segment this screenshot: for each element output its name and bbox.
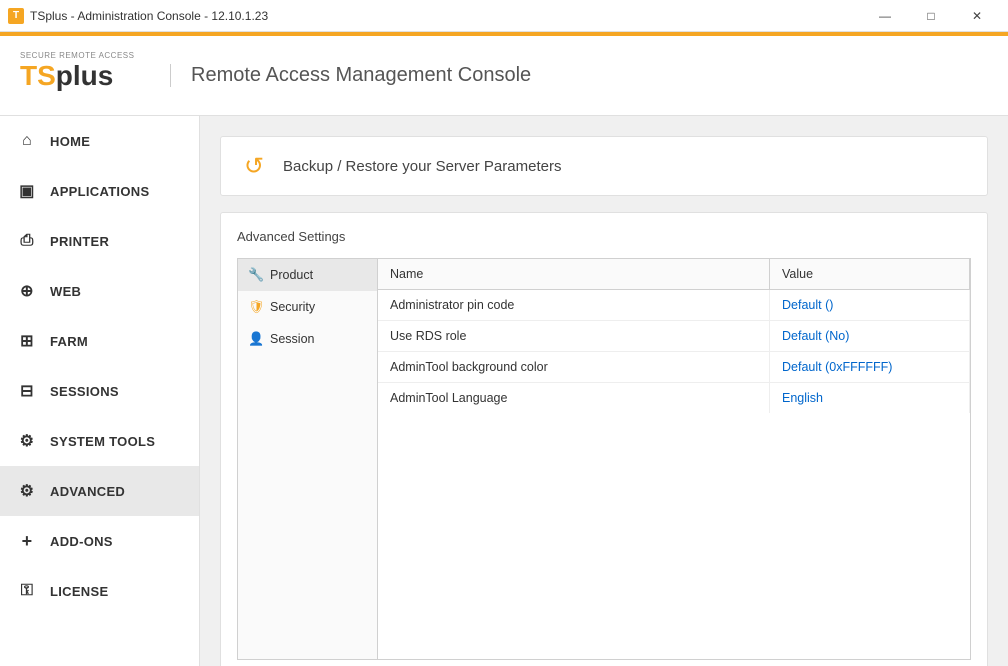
settings-nav-security-label: Security [270,300,315,314]
window-controls: — □ ✕ [862,0,1000,32]
sidebar-label-system-tools: SYSTEM TOOLS [50,434,155,449]
sidebar-item-home[interactable]: HOME [0,116,199,166]
settings-nav-session[interactable]: 👤 Session [238,323,377,355]
sidebar-item-farm[interactable]: FARM [0,316,199,366]
system-tools-icon [16,430,38,452]
titlebar: T TSplus - Administration Console - 12.1… [0,0,1008,32]
advanced-icon [16,480,38,502]
farm-icon [16,330,38,352]
sidebar-label-add-ons: ADD-ONS [50,534,113,549]
person-icon: 👤 [248,331,264,347]
col-header-name: Name [378,259,770,289]
logo-tagline: SECURE REMOTE ACCESS [20,51,140,60]
app-title: Remote Access Management Console [170,64,531,87]
sidebar-label-license: LICENSE [50,584,108,599]
close-button[interactable]: ✕ [954,0,1000,32]
settings-nav-security[interactable]: 🛡 Security [238,291,377,323]
sidebar-label-advanced: ADVANCED [50,484,125,499]
logo-area: SECURE REMOTE ACCESS TSplus [20,51,140,101]
sidebar-item-system-tools[interactable]: SYSTEM TOOLS [0,416,199,466]
settings-nav-product-label: Product [270,268,313,282]
titlebar-title: TSplus - Administration Console - 12.10.… [30,9,268,23]
row-3-value: English [770,383,970,413]
printer-icon [16,230,38,252]
sidebar-label-sessions: SESSIONS [50,384,119,399]
row-1-value: Default (No) [770,321,970,351]
logo: SECURE REMOTE ACCESS TSplus [20,51,140,101]
wrench-icon: 🔧 [248,267,264,283]
web-icon [16,280,38,302]
settings-panel: Advanced Settings 🔧 Product 🛡 Security 👤… [220,212,988,666]
titlebar-left: T TSplus - Administration Console - 12.1… [8,8,268,24]
sidebar-label-home: HOME [50,134,90,149]
table-row[interactable]: Administrator pin code Default () [378,290,970,321]
settings-nav-product[interactable]: 🔧 Product [238,259,377,291]
logo-ts: TS [20,62,56,90]
table-row[interactable]: AdminTool Language English [378,383,970,413]
table-row[interactable]: AdminTool background color Default (0xFF… [378,352,970,383]
sidebar-item-advanced[interactable]: ADVANCED [0,466,199,516]
sidebar-label-web: WEB [50,284,81,299]
sidebar-item-license[interactable]: LICENSE [0,566,199,616]
row-3-name: AdminTool Language [378,383,770,413]
sidebar-item-add-ons[interactable]: ADD-ONS [0,516,199,566]
minimize-button[interactable]: — [862,0,908,32]
settings-panel-title: Advanced Settings [237,229,971,244]
row-2-name: AdminTool background color [378,352,770,382]
sidebar-item-printer[interactable]: PRINTER [0,216,199,266]
sidebar-item-web[interactable]: WEB [0,266,199,316]
home-icon [16,130,38,152]
sessions-icon [16,380,38,402]
app-icon: T [8,8,24,24]
app-header: SECURE REMOTE ACCESS TSplus Remote Acces… [0,36,1008,116]
content-area: ↺ Backup / Restore your Server Parameter… [200,116,1008,666]
sidebar-label-applications: APPLICATIONS [50,184,149,199]
table-header: Name Value [378,259,970,290]
sidebar-item-applications[interactable]: APPLICATIONS [0,166,199,216]
page-header-title: Backup / Restore your Server Parameters [283,158,561,175]
backup-restore-icon: ↺ [239,151,269,181]
maximize-button[interactable]: □ [908,0,954,32]
settings-layout: 🔧 Product 🛡 Security 👤 Session [237,258,971,660]
sidebar-item-sessions[interactable]: SESSIONS [0,366,199,416]
page-header: ↺ Backup / Restore your Server Parameter… [220,136,988,196]
settings-table: Name Value Administrator pin code Defaul… [378,259,970,659]
row-1-name: Use RDS role [378,321,770,351]
sidebar-label-printer: PRINTER [50,234,109,249]
settings-nav-session-label: Session [270,332,314,346]
row-0-value: Default () [770,290,970,320]
sidebar: HOME APPLICATIONS PRINTER WEB FARM SESSI… [0,116,200,666]
addons-icon [16,530,38,552]
table-row[interactable]: Use RDS role Default (No) [378,321,970,352]
apps-icon [16,180,38,202]
license-icon [16,580,38,602]
shield-icon: 🛡 [248,299,264,315]
main-layout: HOME APPLICATIONS PRINTER WEB FARM SESSI… [0,116,1008,666]
row-2-value: Default (0xFFFFFF) [770,352,970,382]
row-0-name: Administrator pin code [378,290,770,320]
col-header-value: Value [770,259,970,289]
logo-plus: plus [56,62,114,90]
sidebar-label-farm: FARM [50,334,88,349]
settings-nav: 🔧 Product 🛡 Security 👤 Session [238,259,378,659]
